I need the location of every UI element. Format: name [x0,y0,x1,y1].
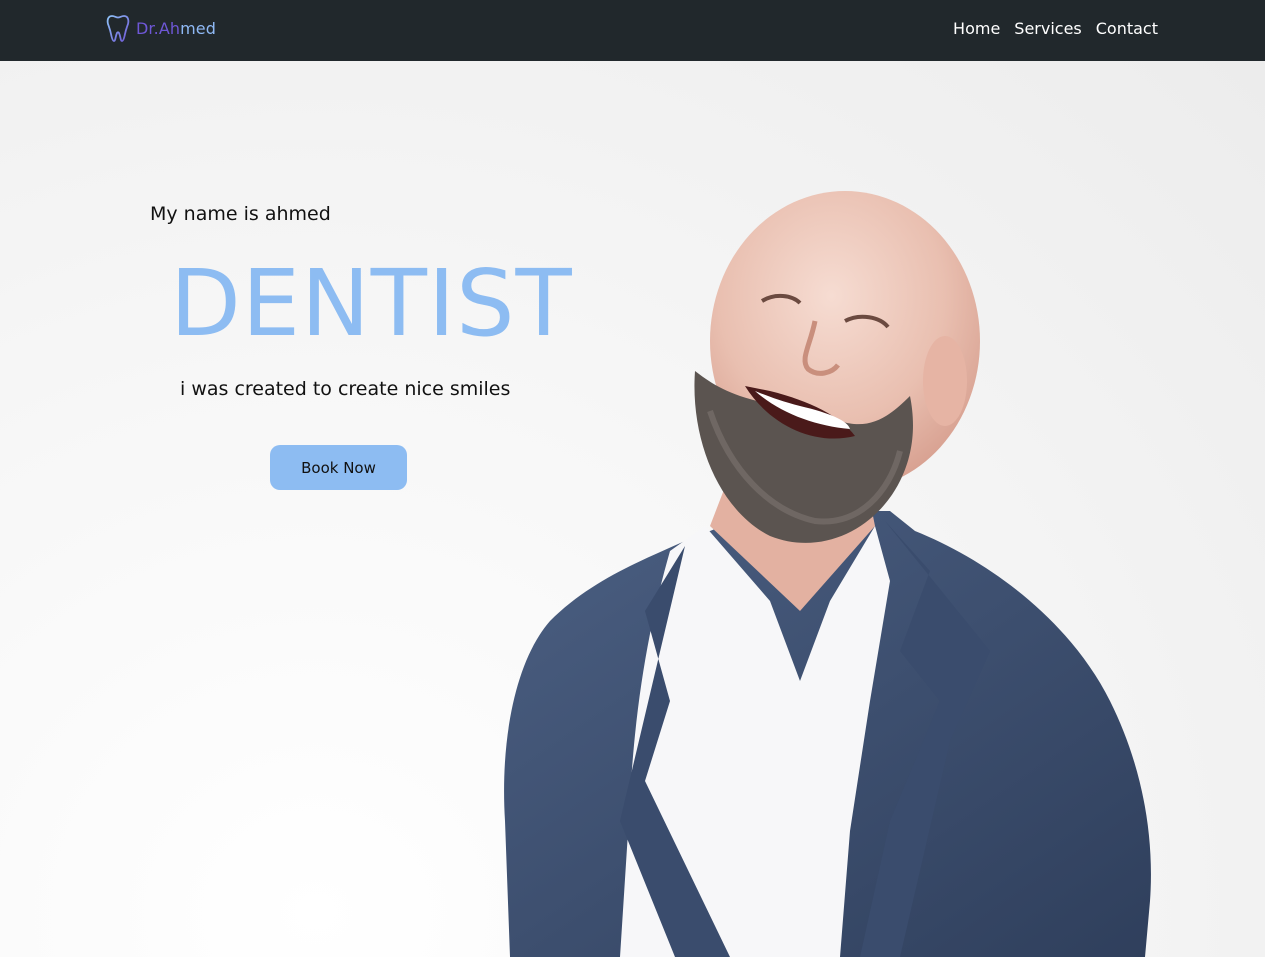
brand-name-part1: Dr.Ah [136,18,181,38]
hero-photo [470,181,1190,957]
page: Dr.Ahmed Home Services Contact My name i… [0,0,1265,957]
hero-section: My name is ahmed DENTIST i was created t… [0,61,1265,957]
brand-name: Dr.Ahmed [136,19,216,38]
nav-links: Home Services Contact [953,19,1158,39]
navbar: Dr.Ahmed Home Services Contact [0,0,1265,61]
nav-link-home[interactable]: Home [953,19,1000,39]
brand-name-part2: med [180,18,216,38]
brand-logo-link[interactable]: Dr.Ahmed [106,14,216,42]
intro-text: My name is ahmed [150,203,331,225]
nav-link-contact[interactable]: Contact [1096,19,1158,39]
hero-tagline: i was created to create nice smiles [180,378,511,400]
hero-headline: DENTIST [170,250,573,357]
book-now-button[interactable]: Book Now [270,445,407,490]
nav-link-services[interactable]: Services [1014,19,1081,39]
tooth-icon [106,14,130,42]
